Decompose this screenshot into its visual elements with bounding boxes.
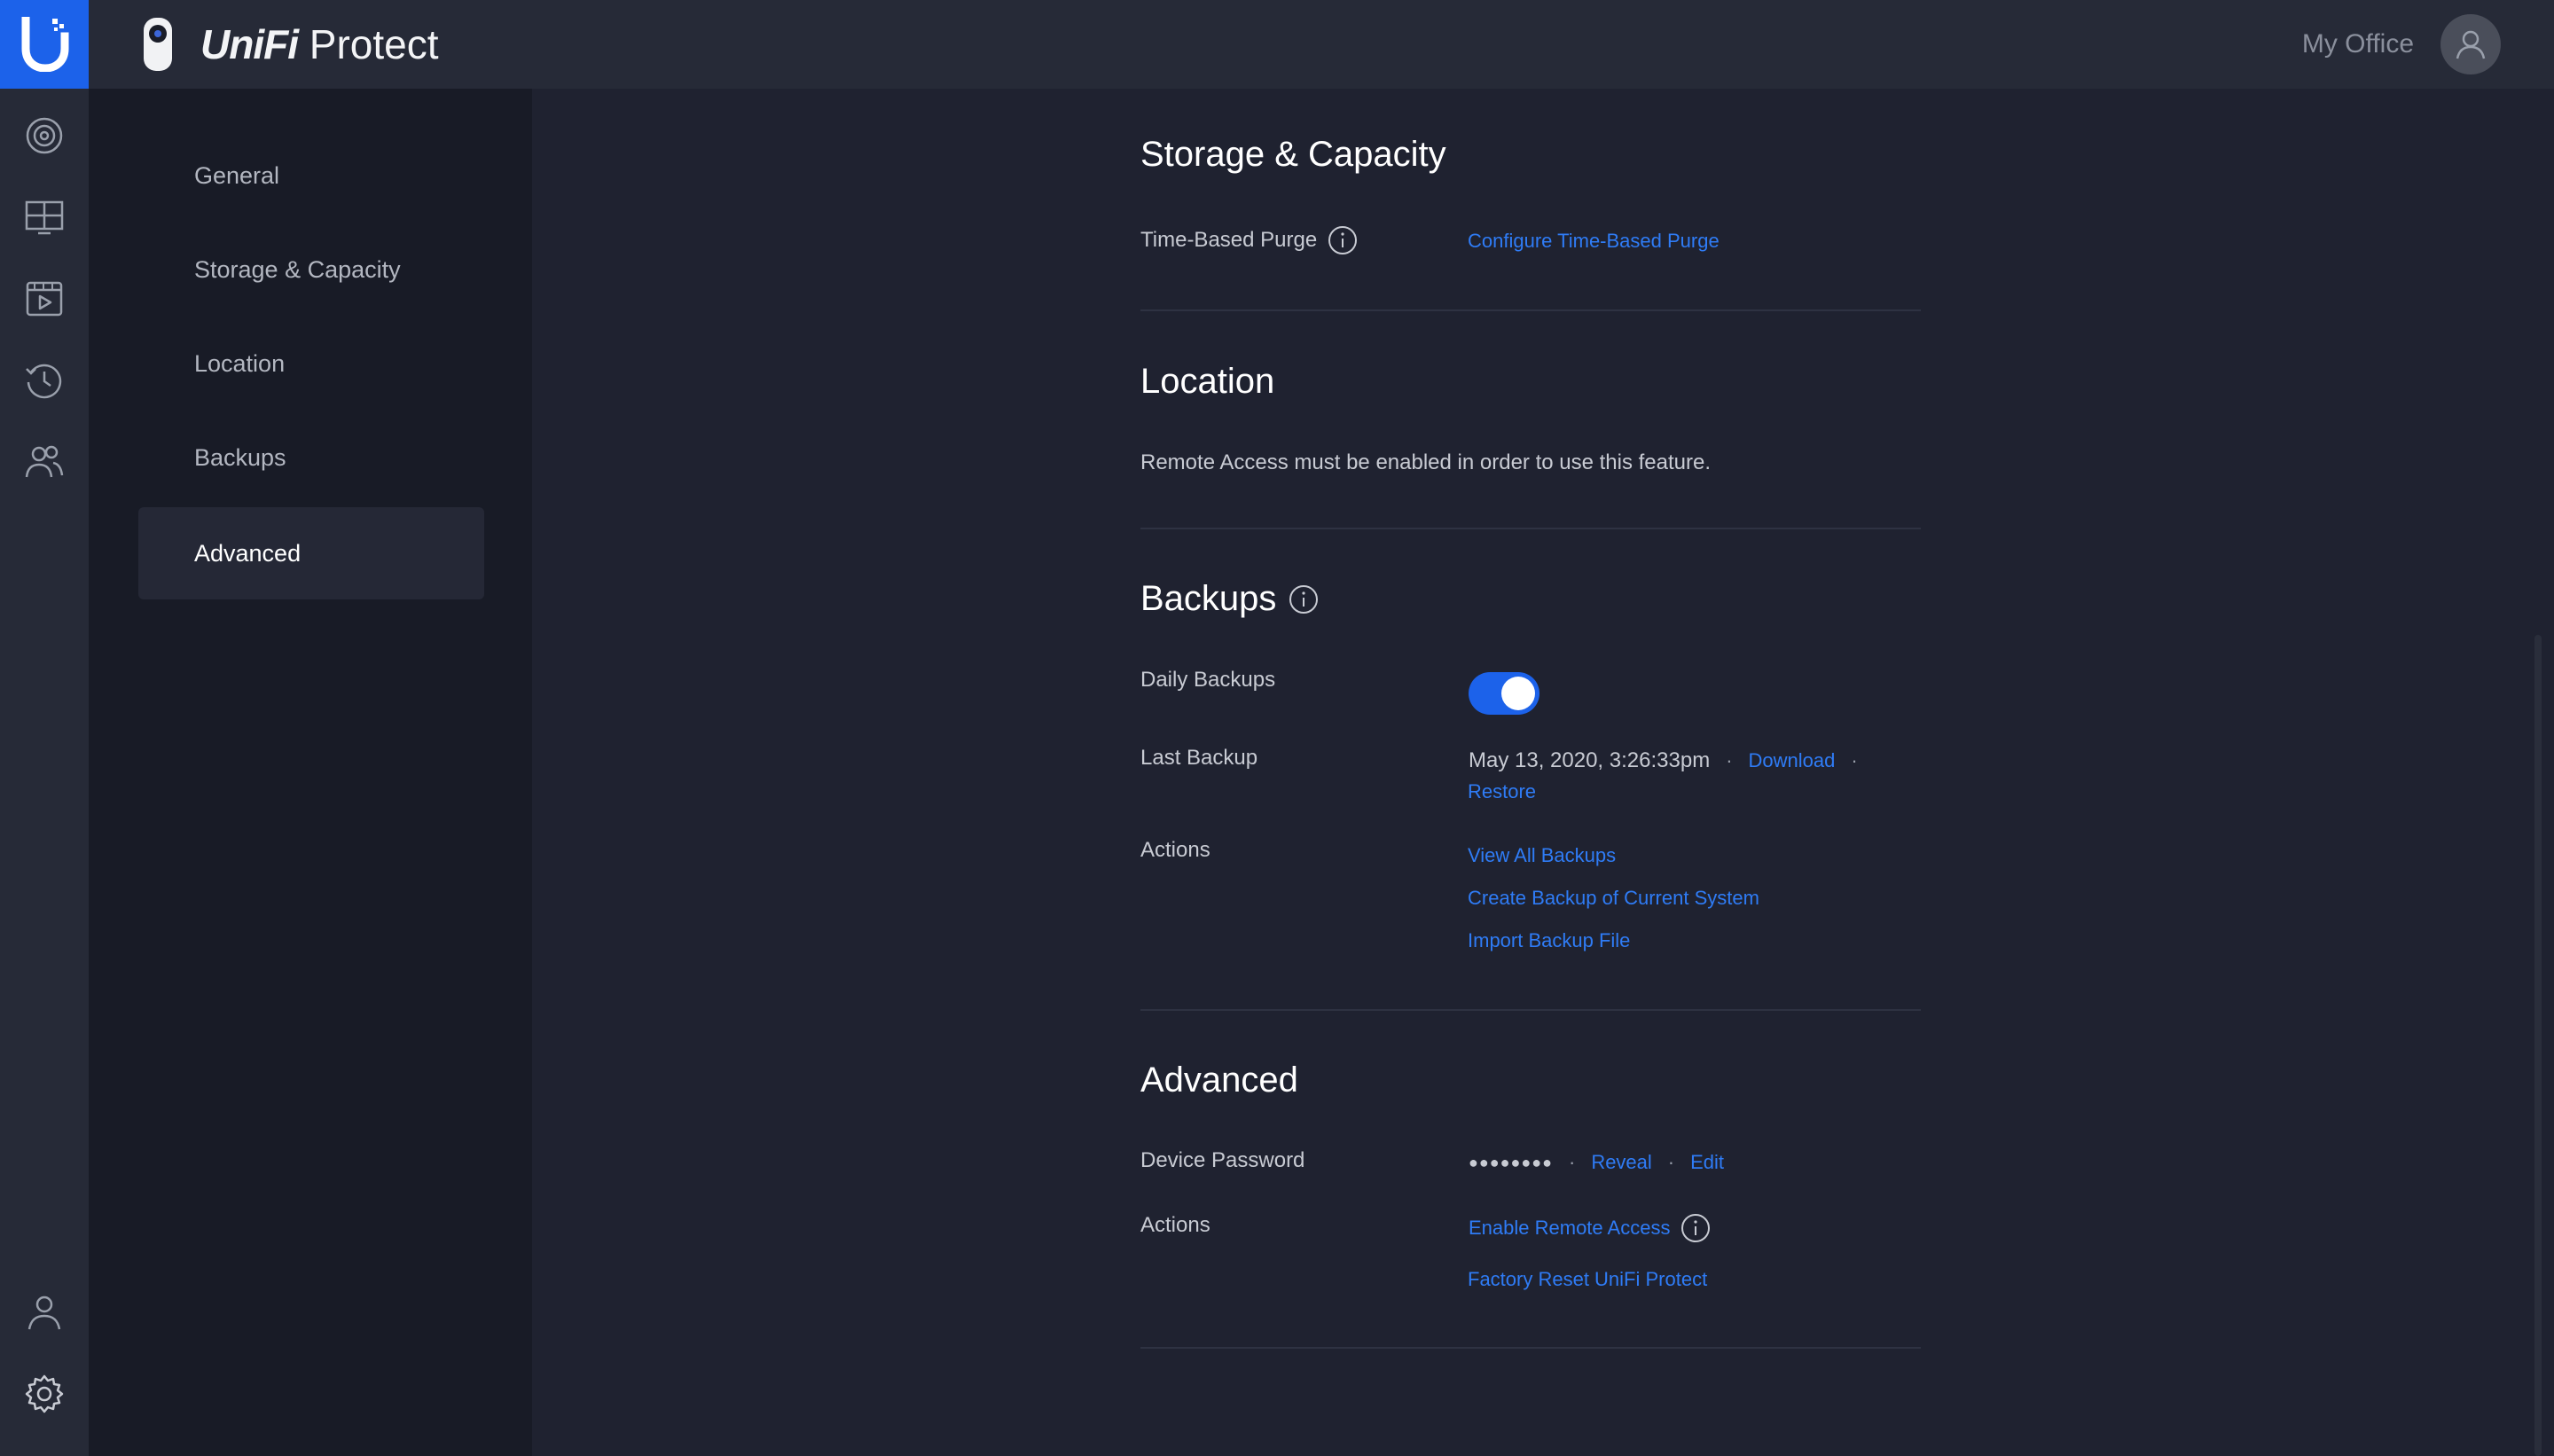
- info-icon[interactable]: [1328, 225, 1358, 255]
- separator-dot: ·: [1568, 1151, 1576, 1173]
- unifi-u-icon: [21, 17, 69, 72]
- nav-item-label: Location: [194, 349, 286, 377]
- playback-icon: [26, 281, 63, 317]
- nav-item-storage[interactable]: Storage & Capacity: [138, 223, 484, 316]
- view-all-backups-link[interactable]: View All Backups: [1468, 844, 1616, 867]
- device-password-row: ●●●●●●●● · Reveal · Edit: [1469, 1151, 1724, 1174]
- advanced-actions-label: Actions: [1140, 1213, 1210, 1238]
- rail-cameras[interactable]: [22, 114, 67, 158]
- account-menu[interactable]: My Office: [2302, 14, 2501, 74]
- import-backup-link[interactable]: Import Backup File: [1468, 929, 1630, 952]
- configure-purge-link[interactable]: Configure Time-Based Purge: [1468, 230, 1720, 253]
- nav-item-label: Advanced: [194, 539, 302, 567]
- section-divider: [1140, 528, 1921, 529]
- location-message-text: Remote Access must be enabled in order t…: [1140, 450, 1712, 474]
- location-title-text: Location: [1140, 362, 1275, 401]
- rail-profile[interactable]: [22, 1290, 67, 1335]
- rail-settings[interactable]: [22, 1372, 67, 1416]
- cameras-icon: [26, 117, 63, 154]
- last-backup-text: Last Backup: [1140, 746, 1258, 770]
- nav-item-label: Backups: [194, 443, 286, 471]
- advanced-title-text: Advanced: [1140, 1061, 1298, 1100]
- remote-access-row: Enable Remote Access: [1469, 1213, 1711, 1243]
- settings-nav: General Storage & Capacity Location Back…: [89, 89, 532, 1456]
- last-backup-label: Last Backup: [1140, 746, 1257, 771]
- edit-password-link[interactable]: Edit: [1690, 1151, 1724, 1174]
- nav-item-location[interactable]: Location: [138, 317, 484, 410]
- rail-users[interactable]: [22, 440, 67, 484]
- rail-playback[interactable]: [22, 277, 67, 321]
- factory-reset-link[interactable]: Factory Reset UniFi Protect: [1468, 1268, 1707, 1291]
- profile-icon: [27, 1296, 61, 1330]
- brand: UniFi Protect: [142, 16, 439, 73]
- nav-item-general[interactable]: General: [138, 129, 484, 222]
- device-password-text: Device Password: [1140, 1148, 1305, 1172]
- nav-item-label: Storage & Capacity: [194, 255, 401, 283]
- history-icon: [26, 364, 62, 399]
- enable-remote-access-link[interactable]: Enable Remote Access: [1469, 1217, 1670, 1240]
- info-icon[interactable]: [1680, 1213, 1711, 1243]
- section-divider: [1140, 1347, 1921, 1349]
- purge-label-text: Time-Based Purge: [1140, 228, 1318, 252]
- location-section-title: Location: [1140, 362, 1274, 402]
- backups-section-title: Backups: [1140, 579, 1319, 619]
- backups-title-text: Backups: [1140, 579, 1277, 618]
- storage-section-title: Storage & Capacity: [1140, 135, 1446, 175]
- separator-dot: ·: [1667, 1151, 1675, 1173]
- rail-liveview[interactable]: [22, 195, 67, 239]
- daily-backups-label: Daily Backups: [1140, 668, 1275, 693]
- device-password-label: Device Password: [1140, 1148, 1304, 1173]
- scrollbar[interactable]: [2534, 635, 2542, 1456]
- separator-dot: ·: [1726, 749, 1733, 771]
- unifi-logo-button[interactable]: [0, 0, 89, 89]
- reveal-password-link[interactable]: Reveal: [1591, 1151, 1651, 1174]
- daily-backups-toggle[interactable]: [1469, 672, 1539, 715]
- nav-item-label: General: [194, 161, 280, 189]
- brand-title: UniFi Protect: [200, 21, 439, 67]
- avatar[interactable]: [2440, 14, 2501, 74]
- settings-icon: [25, 1374, 64, 1413]
- user-avatar-icon: [2456, 30, 2486, 59]
- last-backup-value-row: May 13, 2020, 3:26:33pm · Download ·: [1469, 748, 1858, 773]
- nav-item-advanced[interactable]: Advanced: [138, 507, 484, 599]
- section-divider: [1140, 1009, 1921, 1011]
- download-backup-link[interactable]: Download: [1749, 749, 1836, 772]
- create-backup-link[interactable]: Create Backup of Current System: [1468, 887, 1759, 910]
- time-based-purge-label: Time-Based Purge: [1140, 225, 1358, 255]
- daily-backups-text: Daily Backups: [1140, 668, 1276, 692]
- users-icon: [25, 445, 64, 478]
- app-rail: [0, 89, 89, 1456]
- actions-label-text: Actions: [1140, 1213, 1210, 1237]
- actions-label-text: Actions: [1140, 838, 1210, 862]
- last-backup-value: May 13, 2020, 3:26:33pm: [1469, 748, 1711, 772]
- toggle-knob: [1501, 677, 1535, 710]
- info-icon[interactable]: [1289, 584, 1319, 614]
- password-mask: ●●●●●●●●: [1469, 1153, 1553, 1171]
- rail-history[interactable]: [22, 358, 67, 403]
- section-divider: [1140, 309, 1921, 311]
- advanced-section-title: Advanced: [1140, 1061, 1298, 1100]
- top-header: UniFi Protect My Office: [0, 0, 2554, 89]
- nav-item-backups[interactable]: Backups: [138, 411, 484, 504]
- account-name: My Office: [2301, 29, 2414, 59]
- storage-title-text: Storage & Capacity: [1140, 135, 1446, 174]
- backups-actions-label: Actions: [1140, 838, 1210, 863]
- camera-device-icon: [144, 18, 172, 71]
- separator-dot: ·: [1851, 749, 1858, 771]
- liveview-icon: [25, 200, 64, 235]
- restore-backup-link[interactable]: Restore: [1468, 780, 1536, 803]
- location-message: Remote Access must be enabled in order t…: [1140, 450, 1711, 475]
